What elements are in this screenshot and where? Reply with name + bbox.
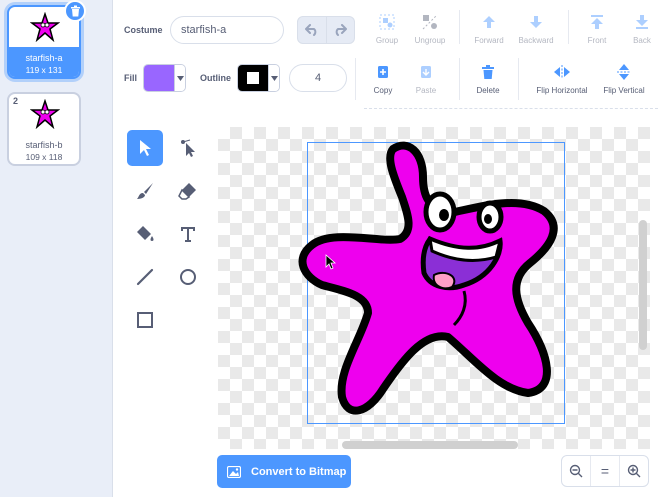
paint-canvas[interactable] bbox=[218, 127, 650, 449]
costume-name: starfish-b bbox=[25, 140, 63, 150]
delete-costume-button[interactable] bbox=[64, 0, 86, 22]
reshape-tool[interactable] bbox=[170, 130, 206, 166]
copy-icon bbox=[378, 66, 388, 78]
back-label: Back bbox=[633, 36, 651, 45]
zoom-in-icon bbox=[627, 464, 641, 478]
text-tool[interactable] bbox=[170, 216, 206, 252]
front-icon bbox=[591, 15, 603, 29]
paste-label: Paste bbox=[415, 86, 437, 95]
copy-label: Copy bbox=[373, 86, 393, 95]
delete-button[interactable]: Delete bbox=[458, 62, 518, 102]
group-label: Group bbox=[375, 36, 399, 45]
rectangle-tool[interactable] bbox=[127, 302, 163, 338]
flip-vertical-icon bbox=[617, 64, 631, 80]
divider bbox=[518, 58, 519, 100]
flip-vertical-button[interactable]: Flip Vertical bbox=[594, 62, 654, 102]
convert-label: Convert to Bitmap bbox=[251, 465, 347, 478]
delete-label: Delete bbox=[476, 86, 500, 95]
costume-name-input[interactable]: starfish-a bbox=[170, 16, 284, 44]
flip-vertical-label: Flip Vertical bbox=[603, 86, 645, 95]
outline-color-swatch bbox=[238, 65, 268, 91]
brush-tool[interactable] bbox=[127, 173, 163, 209]
undo-icon bbox=[304, 24, 317, 36]
brush-icon bbox=[137, 183, 153, 199]
costume-label: Costume bbox=[124, 25, 163, 35]
ungroup-icon bbox=[422, 14, 438, 30]
fill-label: Fill bbox=[124, 73, 137, 83]
outline-label: Outline bbox=[200, 73, 231, 83]
ungroup-label: Ungroup bbox=[414, 36, 446, 45]
forward-icon bbox=[483, 16, 495, 28]
undo-button[interactable] bbox=[297, 16, 327, 44]
front-label: Front bbox=[587, 36, 607, 45]
starfish-drawing bbox=[298, 141, 558, 415]
outline-width-input[interactable]: 4 bbox=[289, 64, 347, 92]
ungroup-button[interactable]: Ungroup bbox=[400, 12, 460, 52]
trash-icon bbox=[482, 65, 494, 79]
undo-redo-group bbox=[297, 16, 355, 44]
zoom-controls: = bbox=[561, 455, 649, 487]
flip-horizontal-label: Flip Horizontal bbox=[536, 86, 588, 95]
horizontal-scrollbar[interactable] bbox=[342, 441, 518, 449]
paste-icon bbox=[421, 66, 431, 78]
chevron-down-icon bbox=[176, 75, 184, 81]
backward-icon bbox=[530, 16, 542, 28]
backward-button[interactable]: Backward bbox=[506, 12, 566, 52]
line-tool[interactable] bbox=[127, 259, 163, 295]
starfish-thumbnail bbox=[30, 12, 60, 42]
eraser-tool[interactable] bbox=[170, 173, 206, 209]
costume-name: starfish-a bbox=[25, 53, 63, 63]
zoom-reset-button[interactable]: = bbox=[590, 456, 619, 486]
back-button[interactable]: Back bbox=[612, 12, 658, 52]
paste-button[interactable]: Paste bbox=[396, 62, 456, 102]
rectangle-icon bbox=[137, 312, 153, 328]
redo-button[interactable] bbox=[326, 16, 355, 44]
flip-horizontal-icon bbox=[554, 65, 570, 79]
zoom-out-icon bbox=[569, 464, 583, 478]
vertical-scrollbar[interactable] bbox=[639, 220, 647, 350]
group-icon bbox=[379, 14, 395, 30]
circle-icon bbox=[180, 269, 196, 285]
outline-color-picker[interactable] bbox=[237, 64, 280, 92]
convert-to-bitmap-button[interactable]: Convert to Bitmap bbox=[217, 455, 351, 488]
zoom-in-button[interactable] bbox=[619, 456, 648, 486]
fill-color-swatch bbox=[144, 65, 174, 91]
costume-tile-2[interactable]: 2 starfish-b 109 x 118 bbox=[7, 92, 81, 166]
text-icon bbox=[181, 227, 195, 242]
fill-tool[interactable] bbox=[127, 216, 163, 252]
eraser-icon bbox=[178, 183, 196, 200]
flip-horizontal-button[interactable]: Flip Horizontal bbox=[532, 62, 592, 102]
zoom-out-button[interactable] bbox=[562, 456, 590, 486]
chevron-down-icon bbox=[270, 75, 278, 81]
line-icon bbox=[136, 268, 154, 286]
forward-label: Forward bbox=[474, 36, 504, 45]
toolbar-divider bbox=[364, 108, 658, 109]
circle-tool[interactable] bbox=[170, 259, 206, 295]
costume-list: 1 starfish-a 119 x 131 2 starfish-b 109 … bbox=[0, 0, 113, 497]
image-icon bbox=[227, 465, 241, 478]
arrow-cursor-icon bbox=[140, 140, 151, 156]
trash-icon bbox=[70, 5, 80, 17]
paint-bucket-icon bbox=[137, 226, 154, 241]
redo-icon bbox=[335, 24, 348, 36]
reshape-icon bbox=[181, 139, 195, 157]
costume-number: 2 bbox=[13, 96, 19, 106]
backward-label: Backward bbox=[518, 36, 554, 45]
starfish-thumbnail bbox=[30, 99, 60, 129]
costume-size: 109 x 118 bbox=[25, 152, 63, 162]
select-tool[interactable] bbox=[127, 130, 163, 166]
costume-number: 1 bbox=[13, 9, 19, 19]
back-icon bbox=[636, 15, 648, 29]
fill-color-picker[interactable] bbox=[143, 64, 186, 92]
costume-size: 119 x 131 bbox=[25, 65, 63, 75]
